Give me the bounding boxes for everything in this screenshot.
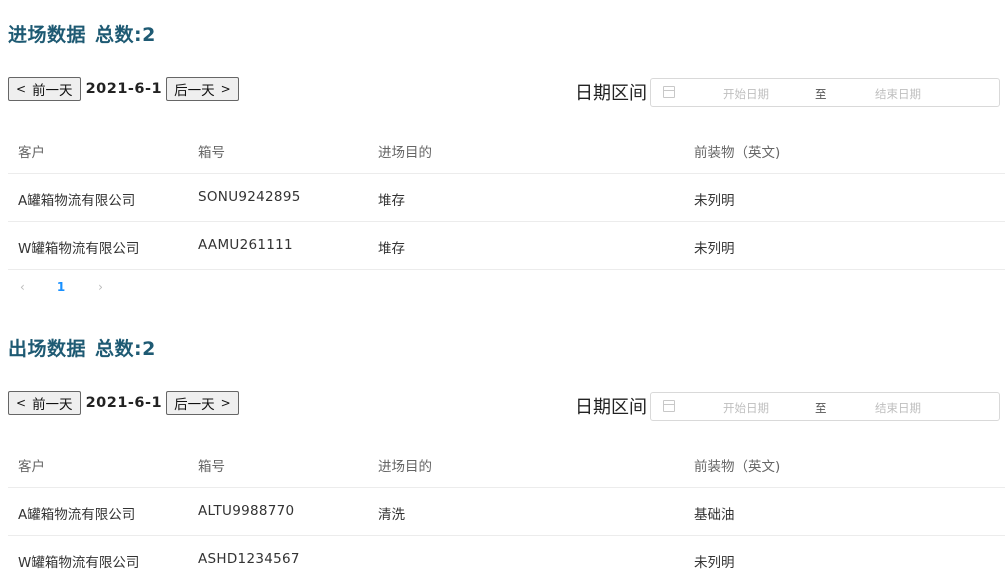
outbound-table: 客户 箱号 进场目的 前装物（英文) A罐箱物流有限公司 ALTU9988770…: [8, 440, 1005, 571]
range-end-input[interactable]: 结束日期: [873, 86, 923, 102]
section-title-text: 出场数据: [8, 338, 87, 360]
table-row[interactable]: A罐箱物流有限公司 ALTU9988770 清洗 基础油: [8, 488, 1005, 536]
inbound-title: 进场数据 总数:2: [8, 20, 156, 47]
chevron-right-icon: >: [220, 82, 231, 96]
total-count: 总数:2: [95, 338, 156, 360]
date-navigator: < 前一天 2021-6-1 后一天 >: [8, 76, 239, 102]
column-header-container-no: 箱号: [198, 145, 225, 161]
outbound-title: 出场数据 总数:2: [8, 334, 156, 361]
inbound-table: 客户 箱号 进场目的 前装物（英文) A罐箱物流有限公司 SONU9242895…: [8, 126, 1005, 270]
calendar-icon: [663, 86, 675, 98]
date-range-picker[interactable]: 开始日期 至 结束日期: [650, 78, 1000, 107]
next-day-button[interactable]: 后一天 >: [166, 391, 239, 415]
section-title-text: 进场数据: [8, 24, 87, 46]
prev-day-button[interactable]: < 前一天: [8, 77, 81, 101]
cell-previous-cargo: 基础油: [694, 507, 735, 523]
range-separator: 至: [815, 401, 827, 415]
date-navigator: < 前一天 2021-6-1 后一天 >: [8, 390, 239, 416]
next-day-label: 后一天: [174, 83, 215, 99]
date-range-label: 日期区间: [575, 83, 647, 104]
prev-day-label: 前一天: [32, 83, 73, 99]
table-header-row: 客户 箱号 进场目的 前装物（英文): [8, 126, 1005, 174]
cell-previous-cargo: 未列明: [694, 555, 735, 571]
cell-customer: A罐箱物流有限公司: [18, 193, 136, 209]
prev-page-icon[interactable]: ‹: [20, 280, 25, 294]
total-count: 总数:2: [95, 24, 156, 46]
prev-day-label: 前一天: [32, 397, 73, 413]
column-header-customer: 客户: [18, 145, 45, 161]
column-header-container-no: 箱号: [198, 459, 225, 475]
cell-container-no: ALTU9988770: [198, 503, 295, 519]
prev-day-button[interactable]: < 前一天: [8, 391, 81, 415]
range-end-input[interactable]: 结束日期: [873, 400, 923, 416]
current-date: 2021-6-1: [85, 81, 163, 97]
range-separator: 至: [815, 87, 827, 101]
column-header-previous-cargo: 前装物（英文): [694, 459, 781, 475]
calendar-icon: [663, 400, 675, 412]
table-row[interactable]: W罐箱物流有限公司 ASHD1234567 未列明: [8, 536, 1005, 571]
range-start-input[interactable]: 开始日期: [721, 86, 771, 102]
column-header-customer: 客户: [18, 459, 45, 475]
cell-purpose: 堆存: [378, 241, 405, 257]
column-header-previous-cargo: 前装物（英文): [694, 145, 781, 161]
cell-previous-cargo: 未列明: [694, 241, 735, 257]
cell-customer: W罐箱物流有限公司: [18, 555, 140, 571]
page-1-button[interactable]: 1: [57, 280, 65, 294]
date-range-label: 日期区间: [575, 397, 647, 418]
cell-purpose: 清洗: [378, 507, 405, 523]
column-header-purpose: 进场目的: [378, 145, 432, 161]
next-day-label: 后一天: [174, 397, 215, 413]
cell-container-no: SONU9242895: [198, 189, 301, 205]
next-page-icon[interactable]: ›: [98, 280, 103, 294]
range-start-input[interactable]: 开始日期: [721, 400, 771, 416]
chevron-right-icon: >: [220, 396, 231, 410]
current-date: 2021-6-1: [85, 395, 163, 411]
next-day-button[interactable]: 后一天 >: [166, 77, 239, 101]
table-row[interactable]: A罐箱物流有限公司 SONU9242895 堆存 未列明: [8, 174, 1005, 222]
table-header-row: 客户 箱号 进场目的 前装物（英文): [8, 440, 1005, 488]
chevron-left-icon: <: [16, 396, 27, 410]
cell-customer: W罐箱物流有限公司: [18, 241, 140, 257]
cell-container-no: AAMU261111: [198, 237, 293, 253]
column-header-purpose: 进场目的: [378, 459, 432, 475]
cell-customer: A罐箱物流有限公司: [18, 507, 136, 523]
chevron-left-icon: <: [16, 82, 27, 96]
cell-purpose: 堆存: [378, 193, 405, 209]
date-range-picker[interactable]: 开始日期 至 结束日期: [650, 392, 1000, 421]
pagination: ‹ 1 ›: [20, 278, 103, 296]
cell-container-no: ASHD1234567: [198, 551, 300, 567]
table-row[interactable]: W罐箱物流有限公司 AAMU261111 堆存 未列明: [8, 222, 1005, 270]
cell-previous-cargo: 未列明: [694, 193, 735, 209]
